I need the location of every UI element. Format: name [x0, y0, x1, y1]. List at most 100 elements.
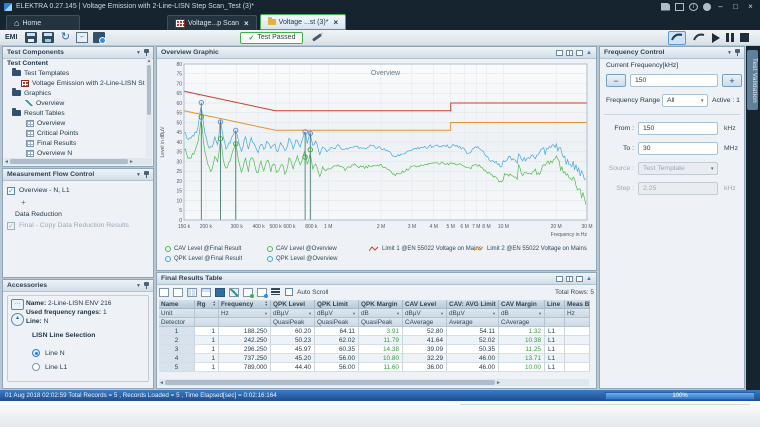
table-cell[interactable]: 60.35: [315, 345, 359, 354]
table-cell[interactable]: 13.71: [499, 354, 545, 363]
table-cell[interactable]: 5: [159, 363, 195, 372]
sort-icons[interactable]: ▲▼: [213, 301, 216, 307]
table-cell[interactable]: 10.00: [499, 363, 545, 372]
table-cell[interactable]: 54.11: [447, 327, 499, 336]
table-cell[interactable]: 10.80: [359, 354, 403, 363]
table-cell[interactable]: 296.250: [219, 345, 271, 354]
table-cell[interactable]: 50.23: [271, 336, 315, 345]
column-header-line[interactable]: Line: [545, 300, 565, 309]
table-cell[interactable]: 242.250: [219, 336, 271, 345]
export-image-icon[interactable]: [556, 276, 563, 282]
detector-cell[interactable]: [195, 318, 219, 327]
detector-cell[interactable]: Detector: [159, 318, 195, 327]
scroll-left-icon[interactable]: ◄: [4, 159, 9, 165]
data-reduction-step[interactable]: Data Reduction: [15, 209, 129, 220]
stop-button[interactable]: [740, 33, 749, 42]
interactive-measurement-icon[interactable]: [668, 31, 686, 45]
detector-cell[interactable]: QuasiPeak: [359, 318, 403, 327]
table-cell[interactable]: 32.29: [403, 354, 447, 363]
scroll-up-icon[interactable]: ▲: [147, 58, 151, 63]
unit-cell[interactable]: dBµV▼: [447, 309, 499, 318]
add-step-icon[interactable]: +: [21, 198, 129, 207]
pin-icon[interactable]: [735, 49, 740, 56]
unit-cell[interactable]: dBµV▼: [315, 309, 359, 318]
detector-cell[interactable]: [219, 318, 271, 327]
table-cell[interactable]: [565, 363, 590, 372]
table-horizontal-scrollbar[interactable]: ◄ ►: [159, 379, 589, 386]
table-cell[interactable]: 56.00: [315, 363, 359, 372]
legend-item[interactable]: Limit 2 @EN 55022 Voltage on Mains: [474, 244, 587, 254]
column-header-cav-level[interactable]: CAV Level: [403, 300, 447, 309]
table-cell[interactable]: 11.60: [359, 363, 403, 372]
radio-line-n[interactable]: Line N: [32, 346, 95, 360]
unit-cell[interactable]: Hz▼: [219, 309, 271, 318]
from-input[interactable]: 150: [638, 122, 718, 135]
table-cell[interactable]: 46.00: [447, 354, 499, 363]
table-cell[interactable]: 1: [195, 363, 219, 372]
float-window-icon[interactable]: [576, 276, 583, 282]
accessory-menu-icon[interactable]: ···: [11, 299, 24, 310]
table-cell[interactable]: 14.38: [359, 345, 403, 354]
legend-item[interactable]: CAV Level @Final Result: [165, 244, 242, 254]
column-header-cav-margin[interactable]: CAV Margin: [499, 300, 545, 309]
user-icon[interactable]: [703, 3, 711, 11]
refresh-icon[interactable]: ↻: [59, 32, 71, 43]
info-icon[interactable]: i: [689, 3, 698, 11]
unit-dropdown-icon[interactable]: ▼: [492, 311, 496, 316]
detector-cell[interactable]: QuasiPeak: [315, 318, 359, 327]
detector-cell[interactable]: [545, 318, 565, 327]
tree-item-final-results[interactable]: Final Results: [4, 138, 152, 148]
save-as-icon[interactable]: [42, 32, 54, 43]
table-cell[interactable]: 52.80: [403, 327, 447, 336]
chevron-down-icon[interactable]: ▼: [136, 283, 141, 289]
scroll-right-icon[interactable]: ►: [129, 159, 134, 165]
table-cell[interactable]: 1: [195, 354, 219, 363]
table-cell[interactable]: [565, 345, 590, 354]
table-cell[interactable]: 50.35: [447, 345, 499, 354]
radio-line-l1[interactable]: Line L1: [32, 360, 95, 374]
grid-view-icon[interactable]: [566, 276, 573, 282]
export-add-icon[interactable]: [243, 288, 253, 297]
radio-unselected-icon[interactable]: [32, 363, 40, 371]
legend-item[interactable]: CAV Level @Overview: [267, 244, 337, 254]
accessories-header[interactable]: Accessories ▼: [3, 280, 153, 292]
unit-cell[interactable]: dBµV▼: [271, 309, 315, 318]
chevron-down-icon[interactable]: ▼: [727, 50, 732, 56]
table-cell[interactable]: 11.25: [499, 345, 545, 354]
flow-control-header[interactable]: Measurement Flow Control ▼: [3, 169, 153, 181]
edit-verdict-icon[interactable]: [313, 33, 323, 41]
unit-cell[interactable]: dB▼: [499, 309, 545, 318]
table-cell[interactable]: 11.79: [359, 336, 403, 345]
column-header-meas-b[interactable]: Meas B: [565, 300, 590, 309]
table-cell[interactable]: 4: [159, 354, 195, 363]
frequency-increment-button[interactable]: +: [722, 74, 742, 87]
chevron-down-icon[interactable]: ▼: [136, 172, 141, 178]
table-cell[interactable]: 10.38: [499, 336, 545, 345]
unit-dropdown-icon[interactable]: ▼: [352, 311, 356, 316]
sort-icons[interactable]: ▲▼: [265, 301, 268, 307]
table-cell[interactable]: 44.40: [271, 363, 315, 372]
table-cell[interactable]: L1: [545, 327, 565, 336]
tree-item-test-content[interactable]: Test Content: [4, 58, 152, 68]
table-cell[interactable]: [565, 336, 590, 345]
table-cell[interactable]: 41.64: [403, 336, 447, 345]
accessory-collapse-icon[interactable]: ▴: [11, 313, 24, 326]
unit-cell[interactable]: [195, 309, 219, 318]
table-cell[interactable]: 1.32: [499, 327, 545, 336]
tree-horizontal-scrollbar[interactable]: ◄ ►: [4, 158, 152, 165]
chevron-down-icon[interactable]: ▼: [136, 50, 141, 56]
close-button[interactable]: ×: [745, 2, 756, 11]
tree-item-voltage-emission-with-2-line-lisn-st[interactable]: Voltage Emission with 2-Line-LISN St: [4, 78, 152, 88]
tab-close-icon[interactable]: ×: [333, 18, 338, 27]
show-in-graph-icon[interactable]: [229, 288, 239, 297]
unit-cell[interactable]: [545, 309, 565, 318]
pin-icon[interactable]: [144, 49, 149, 56]
table-cell[interactable]: L1: [545, 363, 565, 372]
instrument-icon[interactable]: [93, 32, 105, 43]
table-cell[interactable]: L1: [545, 354, 565, 363]
devices-icon[interactable]: [675, 3, 684, 11]
unit-cell[interactable]: dB▼: [359, 309, 403, 318]
detector-cell[interactable]: CAverage: [403, 318, 447, 327]
unit-cell[interactable]: dBµV▼: [403, 309, 447, 318]
export-image-icon[interactable]: [556, 50, 563, 56]
